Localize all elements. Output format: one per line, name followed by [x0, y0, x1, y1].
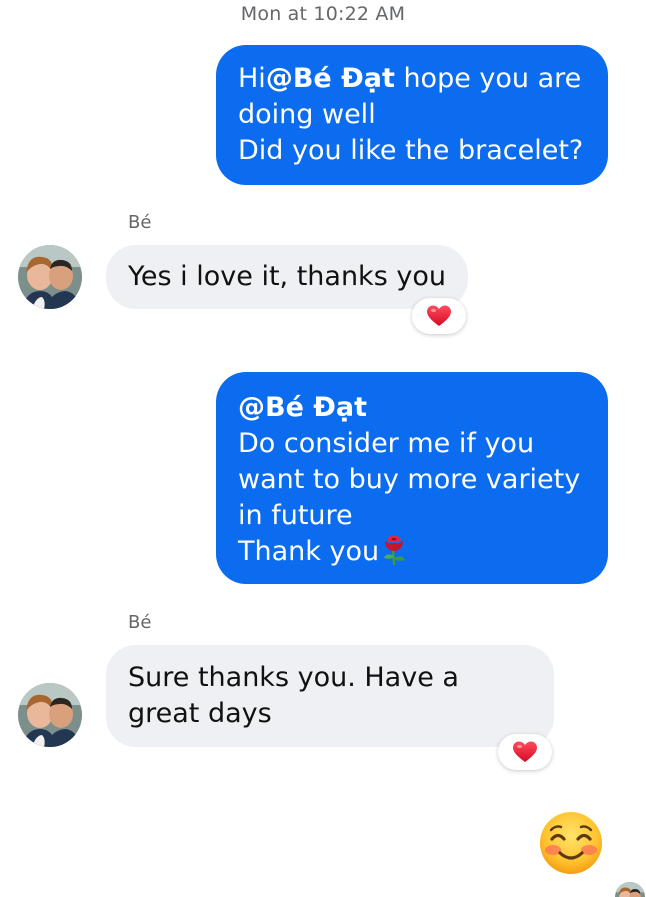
- heart-icon: [427, 305, 451, 326]
- message-line: Hi@Bé Đạt hope you are: [238, 61, 588, 97]
- message-timestamp: Mon at 10:22 AM: [240, 3, 406, 25]
- mention-link[interactable]: @Bé Đạt: [266, 63, 395, 94]
- message-line: Thank you: [238, 534, 588, 576]
- message-line: in future: [238, 500, 353, 531]
- message-text: Yes i love it, thanks you: [128, 261, 446, 292]
- incoming-message-bubble[interactable]: Yes i love it, thanks you: [106, 245, 468, 309]
- greeting-text: Hi: [238, 63, 266, 94]
- avatar-photo: [18, 683, 82, 747]
- message-line: great days: [128, 698, 272, 729]
- message-text: Thank you: [238, 536, 380, 567]
- chat-thread: Mon at 10:22 AM Hi@Bé Đạt hope you are d…: [0, 0, 646, 897]
- rose-icon: [381, 534, 407, 576]
- outgoing-message-bubble[interactable]: Hi@Bé Đạt hope you are doing well Did yo…: [216, 45, 608, 185]
- message-line: Do consider me if you: [238, 428, 535, 459]
- reaction-badge[interactable]: [412, 298, 466, 334]
- outgoing-message-bubble[interactable]: @Bé Đạt Do consider me if you want to bu…: [216, 372, 608, 584]
- sender-name: Bé: [128, 612, 152, 633]
- avatar-photo: [615, 882, 645, 897]
- heart-icon: [513, 741, 537, 762]
- seen-avatar: [615, 882, 645, 897]
- smiling-face-icon[interactable]: [538, 810, 604, 876]
- mention-link[interactable]: @Bé Đạt: [238, 390, 588, 426]
- sender-avatar[interactable]: [18, 683, 82, 747]
- message-line: want to buy more variety: [238, 464, 581, 495]
- sender-avatar[interactable]: [18, 245, 82, 309]
- sender-name: Bé: [128, 212, 152, 233]
- incoming-message-bubble[interactable]: Sure thanks you. Have a great days: [106, 645, 554, 747]
- message-line: doing well: [238, 99, 376, 130]
- message-line: Did you like the bracelet?: [238, 135, 584, 166]
- reaction-badge[interactable]: [498, 734, 552, 770]
- message-text: hope you are: [394, 63, 582, 94]
- message-line: Sure thanks you. Have a: [128, 662, 459, 693]
- avatar-photo: [18, 245, 82, 309]
